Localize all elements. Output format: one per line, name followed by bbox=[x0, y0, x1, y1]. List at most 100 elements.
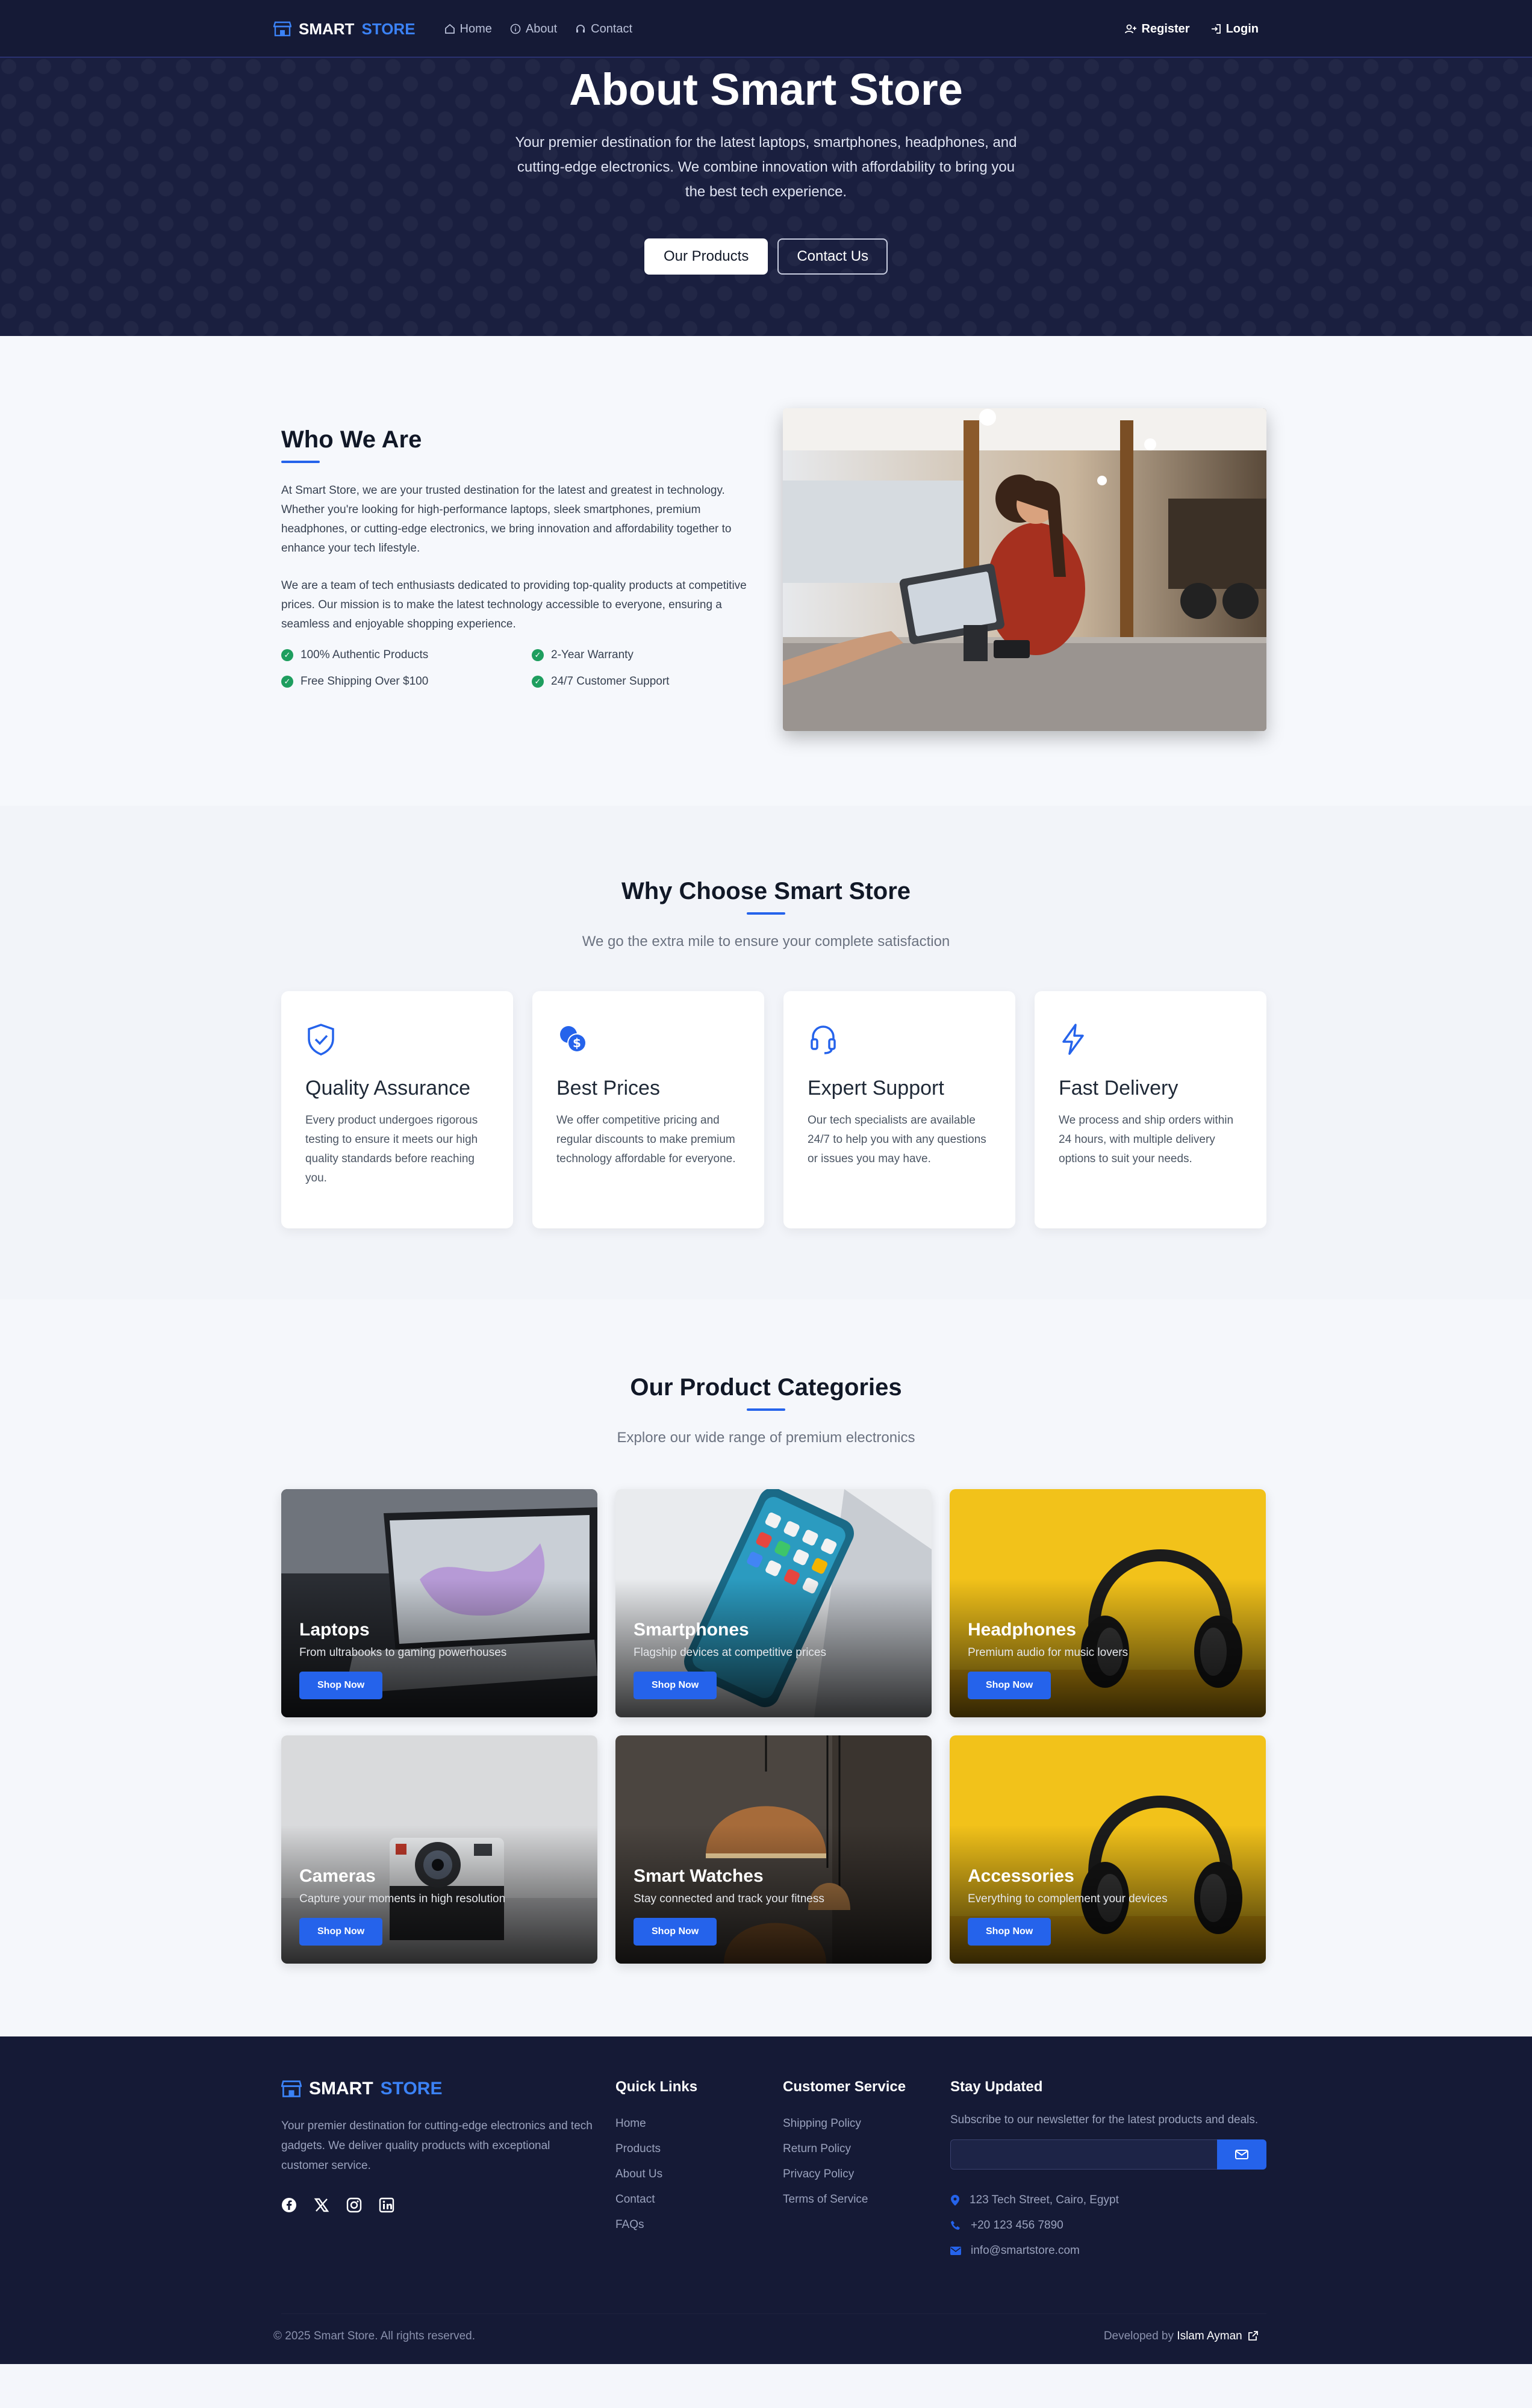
section-title: Our Product Categories bbox=[630, 1374, 902, 1401]
footer-link-home[interactable]: Home bbox=[615, 2111, 697, 2136]
site-footer: SMART STORE Your premier destination for … bbox=[0, 2036, 1532, 2364]
category-desc: Stay connected and track your fitness bbox=[634, 1893, 824, 1905]
section-title: Why Choose Smart Store bbox=[621, 878, 911, 904]
shop-now-button[interactable]: Shop Now bbox=[299, 1918, 383, 1946]
coins-dollar-icon: $ bbox=[560, 1026, 587, 1053]
feature-label: 2-Year Warranty bbox=[551, 649, 634, 661]
category-card-cameras[interactable]: Cameras Capture your moments in high res… bbox=[281, 1735, 597, 1964]
x-twitter-icon[interactable] bbox=[314, 2197, 329, 2213]
check-circle-icon: ✓ bbox=[281, 649, 293, 661]
store-icon bbox=[281, 2080, 302, 2097]
shop-now-button[interactable]: Shop Now bbox=[968, 1672, 1051, 1699]
login-icon bbox=[1211, 24, 1221, 34]
envelope-icon bbox=[950, 2247, 961, 2255]
customer-service-title: Customer Service bbox=[783, 2079, 906, 2095]
category-card-smartphones[interactable]: Smartphones Flagship devices at competit… bbox=[615, 1489, 932, 1717]
category-desc: Everything to complement your devices bbox=[968, 1893, 1168, 1905]
developer-name-link[interactable]: Islam Ayman bbox=[1177, 2330, 1242, 2342]
category-card-accessories[interactable]: Accessories Everything to complement you… bbox=[950, 1735, 1266, 1964]
shop-now-button[interactable]: Shop Now bbox=[968, 1918, 1051, 1946]
linkedin-icon[interactable] bbox=[379, 2197, 394, 2213]
shop-now-button[interactable]: Shop Now bbox=[634, 1918, 717, 1946]
contact-phone: +20 123 456 7890 bbox=[950, 2213, 1266, 2238]
shop-now-button[interactable]: Shop Now bbox=[634, 1672, 717, 1699]
footer-link-contact[interactable]: Contact bbox=[615, 2187, 697, 2212]
category-card-headphones[interactable]: Headphones Premium audio for music lover… bbox=[950, 1489, 1266, 1717]
svg-text:$: $ bbox=[573, 1036, 581, 1050]
hero-section: About Smart Store Your premier destinati… bbox=[0, 58, 1532, 336]
category-title: Smartphones bbox=[634, 1620, 749, 1640]
store-icon bbox=[273, 21, 291, 37]
instagram-icon[interactable] bbox=[346, 2197, 362, 2213]
category-title: Laptops bbox=[299, 1620, 370, 1640]
nav-link-about[interactable]: About bbox=[510, 22, 557, 36]
brand-name: SMART bbox=[299, 19, 355, 38]
who-paragraph-2: We are a team of tech enthusiasts dedica… bbox=[281, 579, 747, 630]
category-title: Accessories bbox=[968, 1866, 1074, 1886]
category-title: Headphones bbox=[968, 1620, 1077, 1640]
nav-link-label: Contact bbox=[591, 22, 633, 36]
shop-now-button[interactable]: Shop Now bbox=[299, 1672, 383, 1699]
section-title: Who We Are bbox=[281, 426, 422, 453]
footer-brand[interactable]: SMART STORE bbox=[281, 2079, 594, 2099]
category-desc: Capture your moments in high resolution bbox=[299, 1893, 506, 1905]
card-title: Fast Delivery bbox=[1059, 1077, 1179, 1100]
who-paragraph-1: At Smart Store, we are your trusted dest… bbox=[281, 484, 732, 555]
feature-item: ✓ 24/7 Customer Support bbox=[532, 675, 761, 688]
contact-us-button[interactable]: Contact Us bbox=[777, 238, 888, 275]
card-text: We offer competitive pricing and regular… bbox=[556, 1114, 736, 1165]
card-title: Quality Assurance bbox=[305, 1077, 471, 1100]
lightning-icon bbox=[1062, 1024, 1084, 1055]
headset-icon bbox=[811, 1025, 836, 1054]
info-icon bbox=[510, 23, 521, 34]
contact-address: 123 Tech Street, Cairo, Egypt bbox=[950, 2188, 1266, 2213]
newsletter-text: Subscribe to our newsletter for the late… bbox=[950, 2114, 1259, 2126]
card-title: Expert Support bbox=[808, 1077, 944, 1100]
category-card-laptops[interactable]: Laptops From ultrabooks to gaming powerh… bbox=[281, 1489, 597, 1717]
login-link[interactable]: Login bbox=[1210, 22, 1259, 36]
newsletter-subscribe-button[interactable] bbox=[1217, 2139, 1266, 2170]
register-link[interactable]: Register bbox=[1124, 22, 1190, 36]
footer-link-about[interactable]: About Us bbox=[615, 2162, 697, 2187]
category-desc: Flagship devices at competitive prices bbox=[634, 1646, 826, 1659]
category-title: Cameras bbox=[299, 1866, 376, 1886]
external-link-icon[interactable] bbox=[1248, 2330, 1259, 2341]
copyright-text: © 2025 Smart Store. All rights reserved. bbox=[273, 2330, 476, 2342]
newsletter-title: Stay Updated bbox=[950, 2079, 1043, 2095]
card-text: We process and ship orders within 24 hou… bbox=[1059, 1114, 1234, 1165]
envelope-icon bbox=[1235, 2150, 1248, 2159]
feature-card: Quality Assurance Every product undergoe… bbox=[281, 991, 513, 1228]
brand-logo[interactable]: SMART STORE bbox=[273, 20, 416, 39]
footer-link-privacy[interactable]: Privacy Policy bbox=[783, 2162, 906, 2187]
footer-link-terms[interactable]: Terms of Service bbox=[783, 2187, 906, 2212]
section-subtitle: We go the extra mile to ensure your comp… bbox=[582, 933, 950, 950]
categories-section: Our Product Categories Explore our wide … bbox=[0, 1299, 1532, 2036]
feature-card: $ Best Prices We offer competitive prici… bbox=[532, 991, 764, 1228]
card-text: Our tech specialists are available 24/7 … bbox=[808, 1114, 986, 1165]
our-products-button[interactable]: Our Products bbox=[644, 238, 768, 275]
store-photo bbox=[783, 408, 1266, 731]
footer-link-return[interactable]: Return Policy bbox=[783, 2136, 906, 2162]
nav-link-home[interactable]: Home bbox=[444, 22, 492, 36]
brand-name-accent: STORE bbox=[380, 2079, 443, 2098]
footer-link-products[interactable]: Products bbox=[615, 2136, 697, 2162]
nav-link-label: Home bbox=[459, 22, 492, 36]
category-title: Smart Watches bbox=[634, 1866, 764, 1886]
nav-link-contact[interactable]: Contact bbox=[575, 22, 632, 36]
email-text: info@smartstore.com bbox=[971, 2244, 1080, 2257]
facebook-icon[interactable] bbox=[281, 2197, 297, 2213]
category-card-smart-watches[interactable]: Smart Watches Stay connected and track y… bbox=[615, 1735, 932, 1964]
section-subtitle: Explore our wide range of premium electr… bbox=[617, 1430, 915, 1446]
quick-links-title: Quick Links bbox=[615, 2079, 698, 2095]
user-plus-icon bbox=[1124, 24, 1136, 34]
feature-item: ✓ 2-Year Warranty bbox=[532, 649, 761, 662]
footer-link-shipping[interactable]: Shipping Policy bbox=[783, 2111, 906, 2136]
feature-label: Free Shipping Over $100 bbox=[300, 675, 429, 688]
newsletter-email-input[interactable] bbox=[950, 2139, 1217, 2170]
feature-card: Expert Support Our tech specialists are … bbox=[783, 991, 1015, 1228]
check-circle-icon: ✓ bbox=[532, 649, 544, 661]
footer-link-faqs[interactable]: FAQs bbox=[615, 2212, 697, 2238]
check-circle-icon: ✓ bbox=[281, 676, 293, 688]
footer-description: Your premier destination for cutting-edg… bbox=[281, 2120, 593, 2172]
card-title: Best Prices bbox=[556, 1077, 660, 1100]
